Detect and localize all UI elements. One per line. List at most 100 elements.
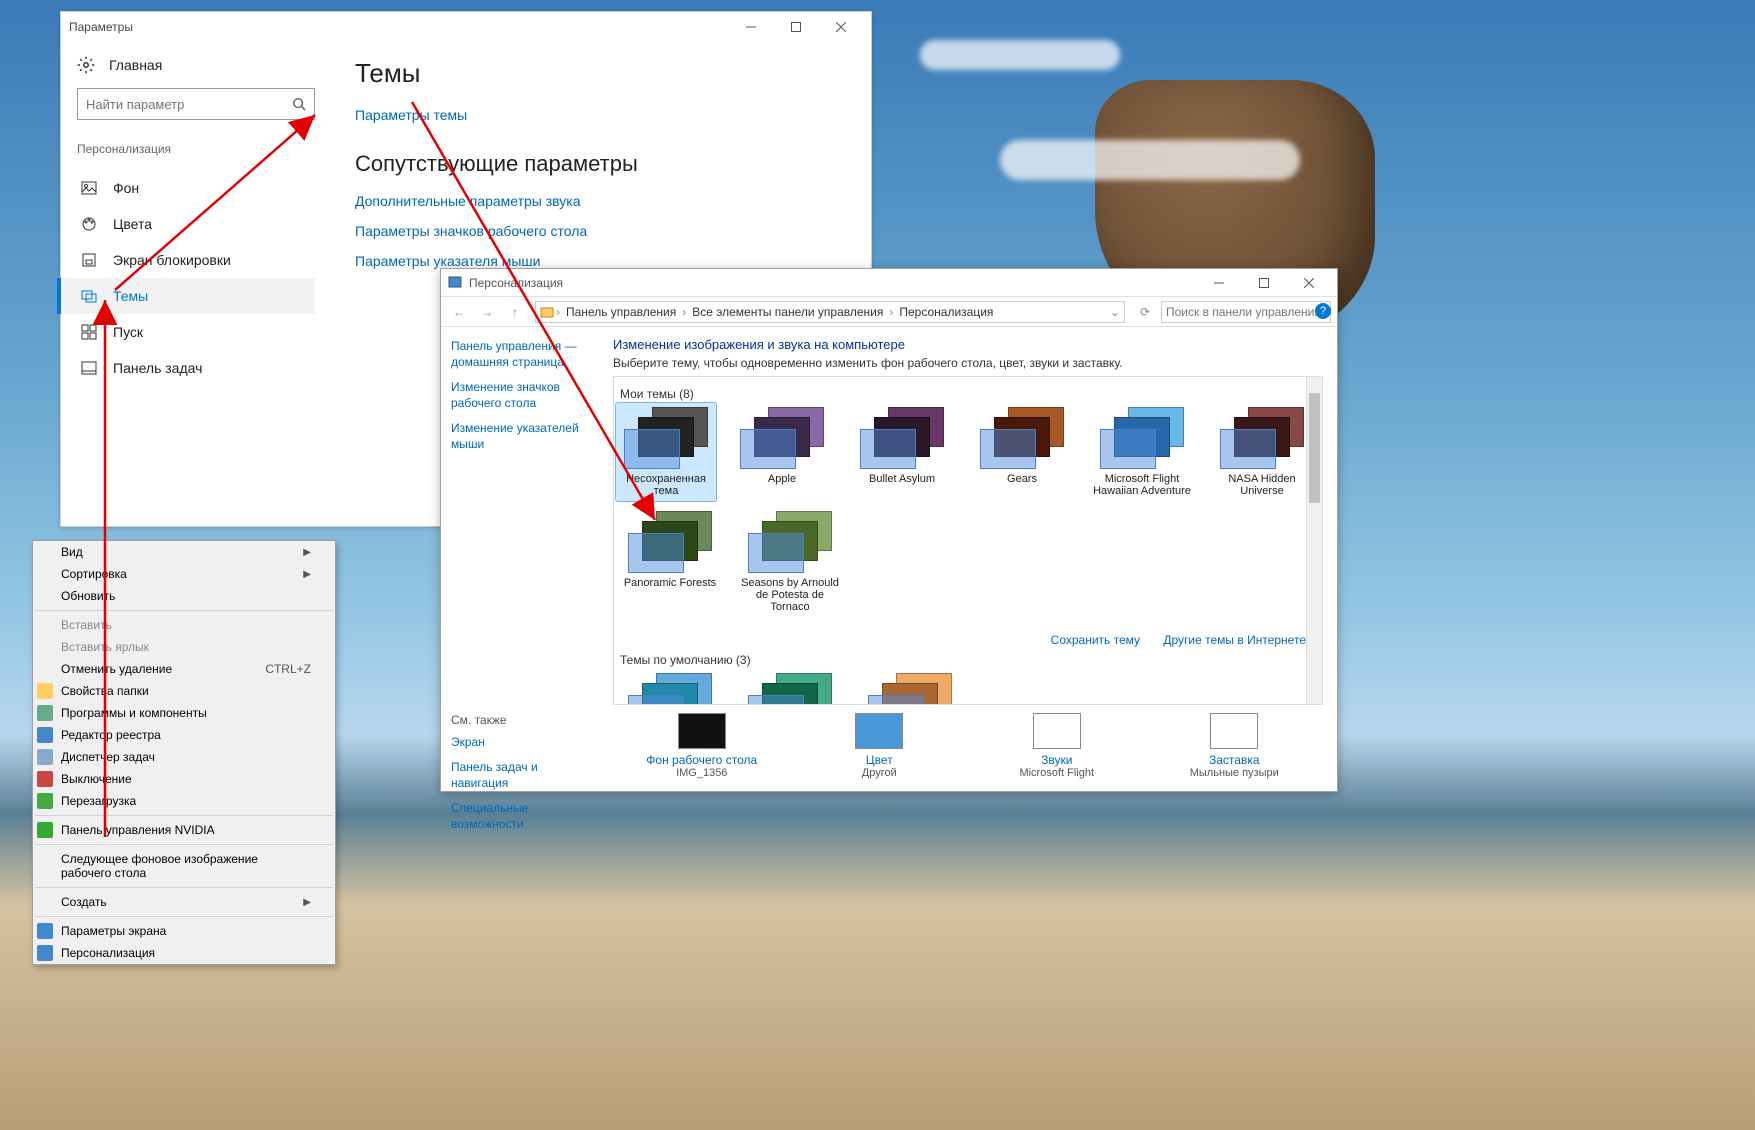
theme-item[interactable]: Gears [972, 407, 1072, 497]
dropdown-icon[interactable]: ⌄ [1110, 305, 1120, 319]
shortcut-label: CTRL+Z [265, 662, 311, 676]
refresh-button[interactable]: ⟳ [1133, 300, 1157, 324]
context-menu: Вид▶Сортировка▶ОбновитьВставитьВставить … [32, 540, 336, 965]
context-menu-item: Вставить ярлык [33, 636, 335, 658]
theme-item[interactable]: Seasons by Arnould de Potesta de Tornaco [740, 511, 840, 613]
theme-item[interactable] [620, 673, 720, 705]
breadcrumb-item[interactable]: Все элементы панели управления [688, 305, 887, 319]
menu-item-label: Следующее фоновое изображение рабочего с… [61, 852, 311, 880]
scrollbar-thumb[interactable] [1309, 393, 1320, 503]
related-link-sound[interactable]: Дополнительные параметры звука [355, 193, 847, 209]
menu-item-label: Диспетчер задач [61, 750, 155, 764]
context-menu-item[interactable]: Создать▶ [33, 891, 335, 913]
themes-icon [81, 288, 97, 304]
help-icon[interactable]: ? [1315, 303, 1331, 319]
personalization-left-nav: Панель управления — домашняя страница Из… [441, 327, 599, 791]
search-box[interactable] [77, 88, 315, 120]
folder-icon [540, 305, 554, 319]
sidebar-item-start[interactable]: Пуск [77, 314, 315, 350]
personalization-titlebar[interactable]: Персонализация [441, 269, 1337, 297]
minimize-button[interactable] [728, 13, 773, 42]
theme-settings-link[interactable]: Параметры темы [355, 107, 847, 123]
sidebar-item-colors[interactable]: Цвета [77, 206, 315, 242]
personalization-description: Выберите тему, чтобы одновременно измени… [613, 356, 1323, 370]
see-also-taskbar[interactable]: Панель задач и навигация [451, 760, 589, 791]
search-input[interactable] [78, 97, 284, 112]
scrollbar[interactable] [1306, 377, 1322, 704]
section-label: Персонализация [77, 142, 315, 156]
theme-item[interactable]: Bullet Asylum [852, 407, 952, 497]
context-menu-item[interactable]: Панель управления NVIDIA [33, 819, 335, 841]
mouse-pointers-link[interactable]: Изменение указателей мыши [451, 421, 589, 452]
see-also-display[interactable]: Экран [451, 735, 589, 751]
breadcrumb-item[interactable]: Панель управления [562, 305, 680, 319]
setting-link[interactable]: Фон рабочего стола [632, 753, 772, 767]
search-input[interactable] [1166, 305, 1321, 319]
gear-icon [77, 56, 95, 74]
theme-thumbnail [628, 673, 712, 705]
up-button[interactable]: ↑ [503, 300, 527, 324]
control-panel-home-link[interactable]: Панель управления — домашняя страница [451, 339, 589, 370]
close-button[interactable] [818, 13, 863, 42]
context-menu-item[interactable]: Отменить удалениеCTRL+Z [33, 658, 335, 680]
setting-thumbnail [855, 713, 903, 749]
context-menu-item[interactable]: Свойства папки [33, 680, 335, 702]
settings-titlebar[interactable]: Параметры [61, 12, 871, 42]
sidebar-item-themes[interactable]: Темы [57, 278, 315, 314]
theme-item[interactable] [740, 673, 840, 705]
context-menu-item[interactable]: Параметры экрана [33, 920, 335, 942]
menu-item-label: Параметры экрана [61, 924, 166, 938]
palette-icon [81, 216, 97, 232]
back-button[interactable]: ← [447, 300, 471, 324]
context-menu-item[interactable]: Выключение [33, 768, 335, 790]
see-also-accessibility[interactable]: Специальные возможности [451, 801, 589, 832]
context-menu-item[interactable]: Следующее фоновое изображение рабочего с… [33, 848, 335, 884]
search-control-panel[interactable] [1161, 301, 1331, 323]
theme-item[interactable]: Panoramic Forests [620, 511, 720, 613]
bottom-setting-item[interactable]: ЗвукиMicrosoft Flight [987, 713, 1127, 779]
forward-button[interactable]: → [475, 300, 499, 324]
context-menu-item[interactable]: Обновить [33, 585, 335, 607]
theme-item[interactable]: NASA Hidden Universe [1212, 407, 1312, 497]
theme-item[interactable]: Microsoft Flight Hawaiian Adventure [1092, 407, 1192, 497]
bottom-setting-item[interactable]: ЗаставкаМыльные пузыри [1164, 713, 1304, 779]
setting-link[interactable]: Цвет [809, 753, 949, 767]
minimize-button[interactable] [1196, 268, 1241, 297]
related-link-mouse[interactable]: Параметры указателя мыши [355, 253, 847, 269]
chevron-right-icon: › [554, 305, 562, 319]
desktop-icons-link[interactable]: Изменение значков рабочего стола [451, 380, 589, 411]
bottom-setting-item[interactable]: ЦветДругой [809, 713, 949, 779]
more-themes-link[interactable]: Другие темы в Интернете [1163, 633, 1306, 647]
folder-icon [37, 683, 53, 699]
setting-link[interactable]: Звуки [987, 753, 1127, 767]
context-menu-item[interactable]: Редактор реестра [33, 724, 335, 746]
maximize-button[interactable] [1241, 268, 1286, 297]
close-button[interactable] [1286, 268, 1331, 297]
theme-item[interactable]: Apple [732, 407, 832, 497]
context-menu-item[interactable]: Программы и компоненты [33, 702, 335, 724]
save-theme-link[interactable]: Сохранить тему [1051, 633, 1140, 647]
address-bar[interactable]: › Панель управления › Все элементы панел… [535, 301, 1125, 323]
related-link-desktop-icons[interactable]: Параметры значков рабочего стола [355, 223, 847, 239]
setting-link[interactable]: Заставка [1164, 753, 1304, 767]
setting-thumbnail [678, 713, 726, 749]
sidebar-item-background[interactable]: Фон [77, 170, 315, 206]
settings-title: Параметры [69, 20, 728, 34]
breadcrumb-item[interactable]: Персонализация [895, 305, 997, 319]
lockscreen-icon [81, 252, 97, 268]
bottom-setting-item[interactable]: Фон рабочего столаIMG_1356 [632, 713, 772, 779]
home-nav[interactable]: Главная [77, 56, 315, 74]
sidebar-item-lockscreen[interactable]: Экран блокировки [77, 242, 315, 278]
sidebar-item-taskbar[interactable]: Панель задач [77, 350, 315, 386]
theme-name: Bullet Asylum [852, 473, 952, 485]
context-menu-item[interactable]: Сортировка▶ [33, 563, 335, 585]
context-menu-item[interactable]: Вид▶ [33, 541, 335, 563]
sidebar-item-label: Пуск [113, 324, 143, 340]
context-menu-item[interactable]: Персонализация [33, 942, 335, 964]
search-icon [292, 97, 306, 111]
maximize-button[interactable] [773, 13, 818, 42]
theme-item[interactable]: Несохраненная тема [616, 403, 716, 501]
context-menu-item[interactable]: Перезагрузка [33, 790, 335, 812]
context-menu-item[interactable]: Диспетчер задач [33, 746, 335, 768]
theme-item[interactable] [860, 673, 960, 705]
